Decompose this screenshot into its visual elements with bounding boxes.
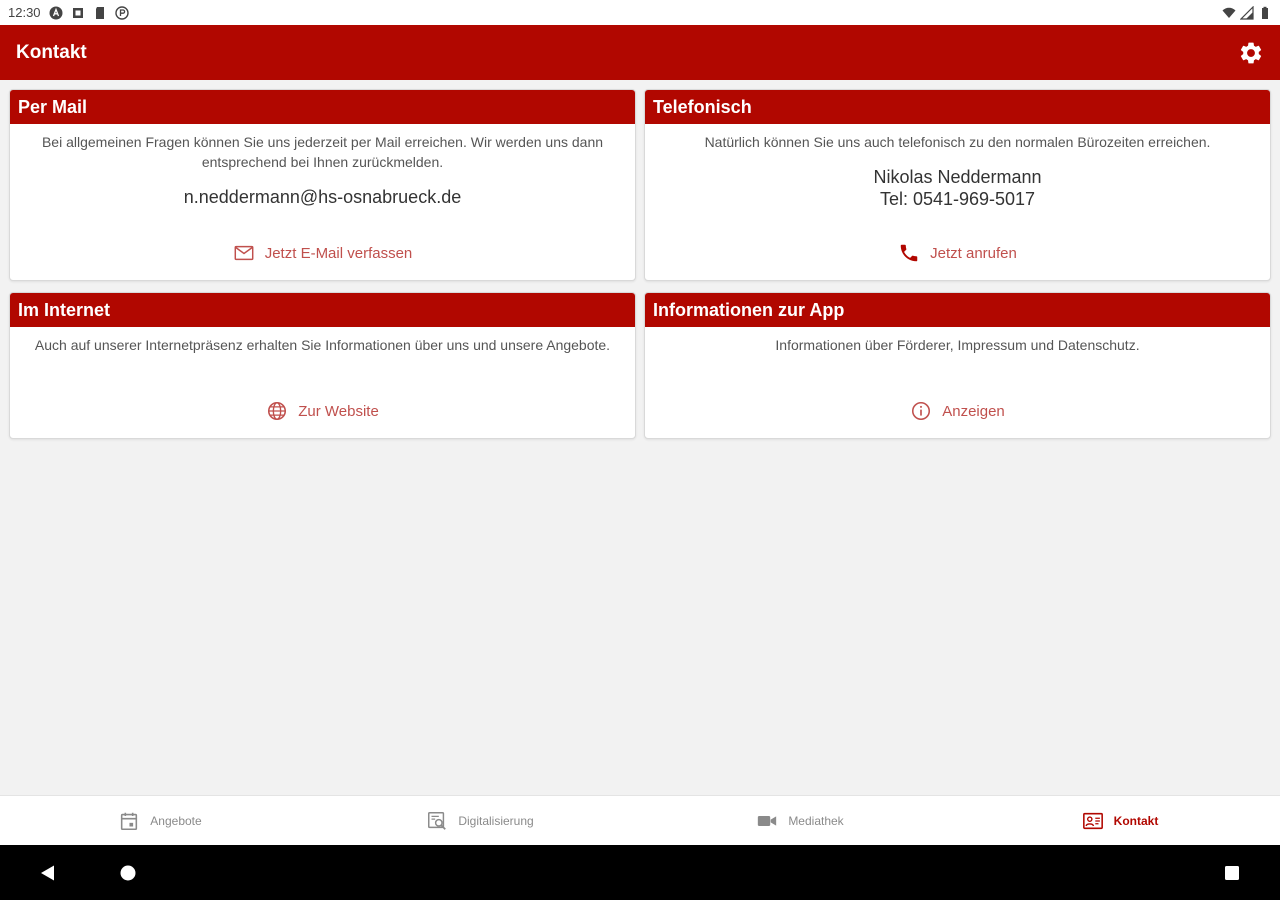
compose-email-button[interactable]: Jetzt E-Mail verfassen	[10, 242, 635, 264]
notification-a-icon	[49, 6, 63, 19]
app-info-card-description: Informationen über Förderer, Impressum u…	[775, 337, 1140, 353]
page-title: Kontakt	[16, 41, 87, 63]
back-icon[interactable]	[38, 864, 56, 882]
envelope-icon	[234, 245, 254, 261]
notification-p-icon	[114, 5, 129, 20]
visit-website-button[interactable]: Zur Website	[10, 400, 635, 422]
contact-email: n.neddermann@hs-osnabrueck.de	[183, 187, 462, 207]
contact-card-icon	[1082, 812, 1103, 829]
system-navigation-bar	[0, 845, 1280, 900]
status-time: 12:30	[8, 5, 41, 20]
info-icon	[912, 401, 931, 421]
wifi-icon	[1222, 7, 1236, 18]
nav-item-angebote[interactable]: Angebote	[0, 796, 320, 845]
nav-label-angebote: Angebote	[150, 813, 202, 828]
contact-name: Nikolas Neddermann	[873, 167, 1042, 187]
nav-item-kontakt[interactable]: Kontakt	[960, 796, 1280, 845]
web-card: Im Internet Auch auf unserer Internetprä…	[9, 292, 636, 439]
recents-icon[interactable]	[1223, 864, 1241, 882]
nav-item-mediathek[interactable]: Mediathek	[640, 796, 960, 845]
call-now-button[interactable]: Jetzt anrufen	[645, 242, 1270, 264]
phone-card: Telefonisch Natürlich können Sie uns auc…	[644, 89, 1271, 281]
app-info-card-title: Informationen zur App	[645, 293, 1270, 327]
web-card-title: Im Internet	[10, 293, 635, 327]
mail-card-title: Per Mail	[10, 90, 635, 124]
app-info-card: Informationen zur App Informationen über…	[644, 292, 1271, 439]
phone-icon	[900, 244, 918, 262]
signal-icon	[1240, 5, 1254, 20]
globe-icon	[268, 401, 287, 421]
sd-card-icon	[95, 6, 104, 19]
show-info-label: Anzeigen	[942, 402, 1005, 420]
mail-card-description: Bei allgemeinen Fragen können Sie uns je…	[41, 134, 604, 170]
status-bar: 12:30	[0, 0, 1280, 25]
contact-content: Per Mail Bei allgemeinen Fragen können S…	[0, 80, 1280, 795]
call-now-label: Jetzt anrufen	[930, 244, 1017, 262]
home-icon[interactable]	[119, 864, 137, 882]
notification-square-icon	[72, 7, 83, 18]
contact-phone: Tel: 0541-969-5017	[879, 189, 1036, 209]
phone-card-title: Telefonisch	[645, 90, 1270, 124]
visit-website-label: Zur Website	[298, 402, 379, 420]
video-camera-icon	[758, 815, 777, 826]
nav-label-mediathek: Mediathek	[788, 813, 844, 828]
nav-label-digitalisierung: Digitalisierung	[458, 813, 534, 828]
show-info-button[interactable]: Anzeigen	[645, 400, 1270, 422]
settings-gear-icon[interactable]	[1238, 40, 1264, 66]
phone-card-description: Natürlich können Sie uns auch telefonisc…	[704, 134, 1211, 150]
mail-card: Per Mail Bei allgemeinen Fragen können S…	[9, 89, 636, 281]
calendar-icon	[121, 812, 138, 830]
nav-item-digitalisierung[interactable]: Digitalisierung	[320, 796, 640, 845]
battery-icon	[1262, 6, 1268, 19]
bottom-navigation: Angebote Digitalisierung Mediathek Konta…	[0, 795, 1280, 845]
app-bar: Kontakt	[0, 25, 1280, 80]
nav-label-kontakt: Kontakt	[1113, 813, 1159, 828]
compose-email-label: Jetzt E-Mail verfassen	[264, 244, 413, 262]
web-card-description: Auch auf unserer Internetpräsenz erhalte…	[34, 337, 611, 353]
digital-search-icon	[428, 811, 447, 830]
